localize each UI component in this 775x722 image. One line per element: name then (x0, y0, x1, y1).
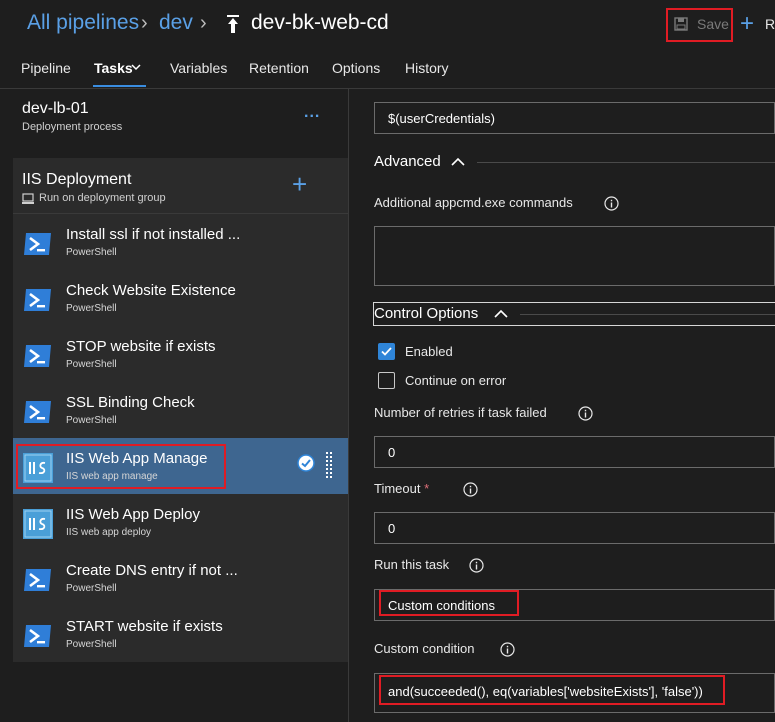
custom-condition-label: Custom condition (374, 641, 475, 656)
stage-subtitle: Deployment process (22, 121, 123, 133)
task-type: PowerShell (66, 247, 117, 258)
retries-input[interactable]: 0 (374, 436, 775, 468)
run-task-highlight (379, 590, 519, 616)
tab-history[interactable]: History (405, 60, 449, 76)
continue-on-error-checkbox[interactable] (378, 372, 395, 389)
more-options-icon[interactable]: ... (304, 104, 320, 122)
appcmd-textarea[interactable] (374, 226, 775, 286)
release-pipeline-icon (227, 15, 239, 33)
task-item[interactable]: Install ssl if not installed ... PowerSh… (13, 214, 348, 270)
task-item[interactable]: IIS Web App Deploy IIS web app deploy (13, 494, 348, 550)
tab-options[interactable]: Options (332, 60, 380, 76)
task-title: Install ssl if not installed ... (66, 226, 241, 243)
powershell-icon (24, 401, 51, 423)
breadcrumb-all-pipelines[interactable]: All pipelines (27, 11, 139, 35)
task-item[interactable]: START website if exists PowerShell (13, 606, 348, 662)
custom-condition-highlight (379, 675, 725, 705)
add-task-icon[interactable]: + (292, 171, 307, 197)
continue-on-error-label: Continue on error (405, 373, 507, 388)
task-type: PowerShell (66, 359, 117, 370)
task-title: START website if exists (66, 618, 223, 635)
breadcrumb-separator-icon: › (141, 12, 148, 34)
save-button-label: Save (697, 16, 729, 32)
phase-subtitle: Run on deployment group (39, 192, 166, 204)
task-enabled-check-icon[interactable] (297, 454, 315, 472)
task-type: PowerShell (66, 583, 117, 594)
info-icon[interactable] (500, 642, 515, 657)
credentials-field[interactable]: $(userCredentials) (374, 102, 775, 134)
task-title: Create DNS entry if not ... (66, 562, 238, 579)
stage-name[interactable]: dev-lb-01 (22, 100, 89, 118)
phase-name: IIS Deployment (22, 171, 132, 188)
powershell-icon (24, 569, 51, 591)
timeout-value: 0 (388, 521, 396, 536)
task-item[interactable]: STOP website if exists PowerShell (13, 326, 348, 382)
task-item[interactable]: SSL Binding Check PowerShell (13, 382, 348, 438)
deployment-group-icon (22, 193, 34, 204)
timeout-input[interactable]: 0 (374, 512, 775, 544)
timeout-label-text: Timeout (374, 481, 421, 496)
tab-variables[interactable]: Variables (170, 60, 227, 76)
retries-label: Number of retries if task failed (374, 405, 547, 420)
section-divider (477, 162, 775, 163)
tab-pipeline[interactable]: Pipeline (21, 60, 71, 76)
powershell-icon (24, 233, 51, 255)
timeout-label: Timeout * (374, 481, 429, 496)
tab-tasks[interactable]: Tasks (94, 60, 133, 76)
task-type: PowerShell (66, 303, 117, 314)
info-icon[interactable] (463, 482, 478, 497)
powershell-icon (24, 345, 51, 367)
iis-icon (23, 509, 53, 539)
task-type: PowerShell (66, 415, 117, 426)
advanced-section-title[interactable]: Advanced (374, 153, 441, 170)
info-icon[interactable] (604, 196, 619, 211)
info-icon[interactable] (469, 558, 484, 573)
breadcrumb-folder[interactable]: dev (159, 11, 193, 35)
enabled-label: Enabled (405, 344, 453, 359)
drag-handle-icon[interactable] (325, 451, 333, 481)
appcmd-label: Additional appcmd.exe commands (374, 195, 573, 210)
chevron-up-icon[interactable] (451, 157, 465, 166)
pipeline-title: dev-bk-web-cd (251, 11, 389, 34)
required-marker: * (424, 481, 430, 496)
info-icon[interactable] (578, 406, 593, 421)
release-button-label[interactable]: R (765, 16, 775, 32)
checkmark-icon (381, 347, 392, 356)
retries-value: 0 (388, 445, 396, 460)
enabled-checkbox[interactable] (378, 343, 395, 360)
credentials-value: $(userCredentials) (388, 111, 495, 126)
task-type: IIS web app deploy (66, 527, 152, 538)
run-task-label: Run this task (374, 557, 450, 572)
task-title: SSL Binding Check (66, 394, 195, 411)
control-options-title[interactable]: Control Options (374, 305, 478, 322)
plus-icon[interactable]: + (740, 12, 754, 36)
task-type: PowerShell (66, 639, 117, 650)
task-title: IIS Web App Deploy (66, 506, 200, 523)
task-item[interactable]: Create DNS entry if not ... PowerShell (13, 550, 348, 606)
tab-retention[interactable]: Retention (249, 60, 309, 76)
powershell-icon (24, 289, 51, 311)
chevron-down-icon[interactable] (131, 64, 141, 71)
task-title: Check Website Existence (66, 282, 236, 299)
breadcrumb-separator-icon: › (200, 12, 207, 34)
section-divider (520, 314, 775, 315)
task-item[interactable]: Check Website Existence PowerShell (13, 270, 348, 326)
panel-divider (348, 89, 349, 722)
task-title: STOP website if exists (66, 338, 216, 355)
active-tab-indicator (93, 85, 146, 87)
chevron-up-icon[interactable] (494, 309, 508, 318)
save-icon (674, 17, 688, 31)
selected-task-highlight (16, 444, 226, 489)
powershell-icon (24, 625, 51, 647)
